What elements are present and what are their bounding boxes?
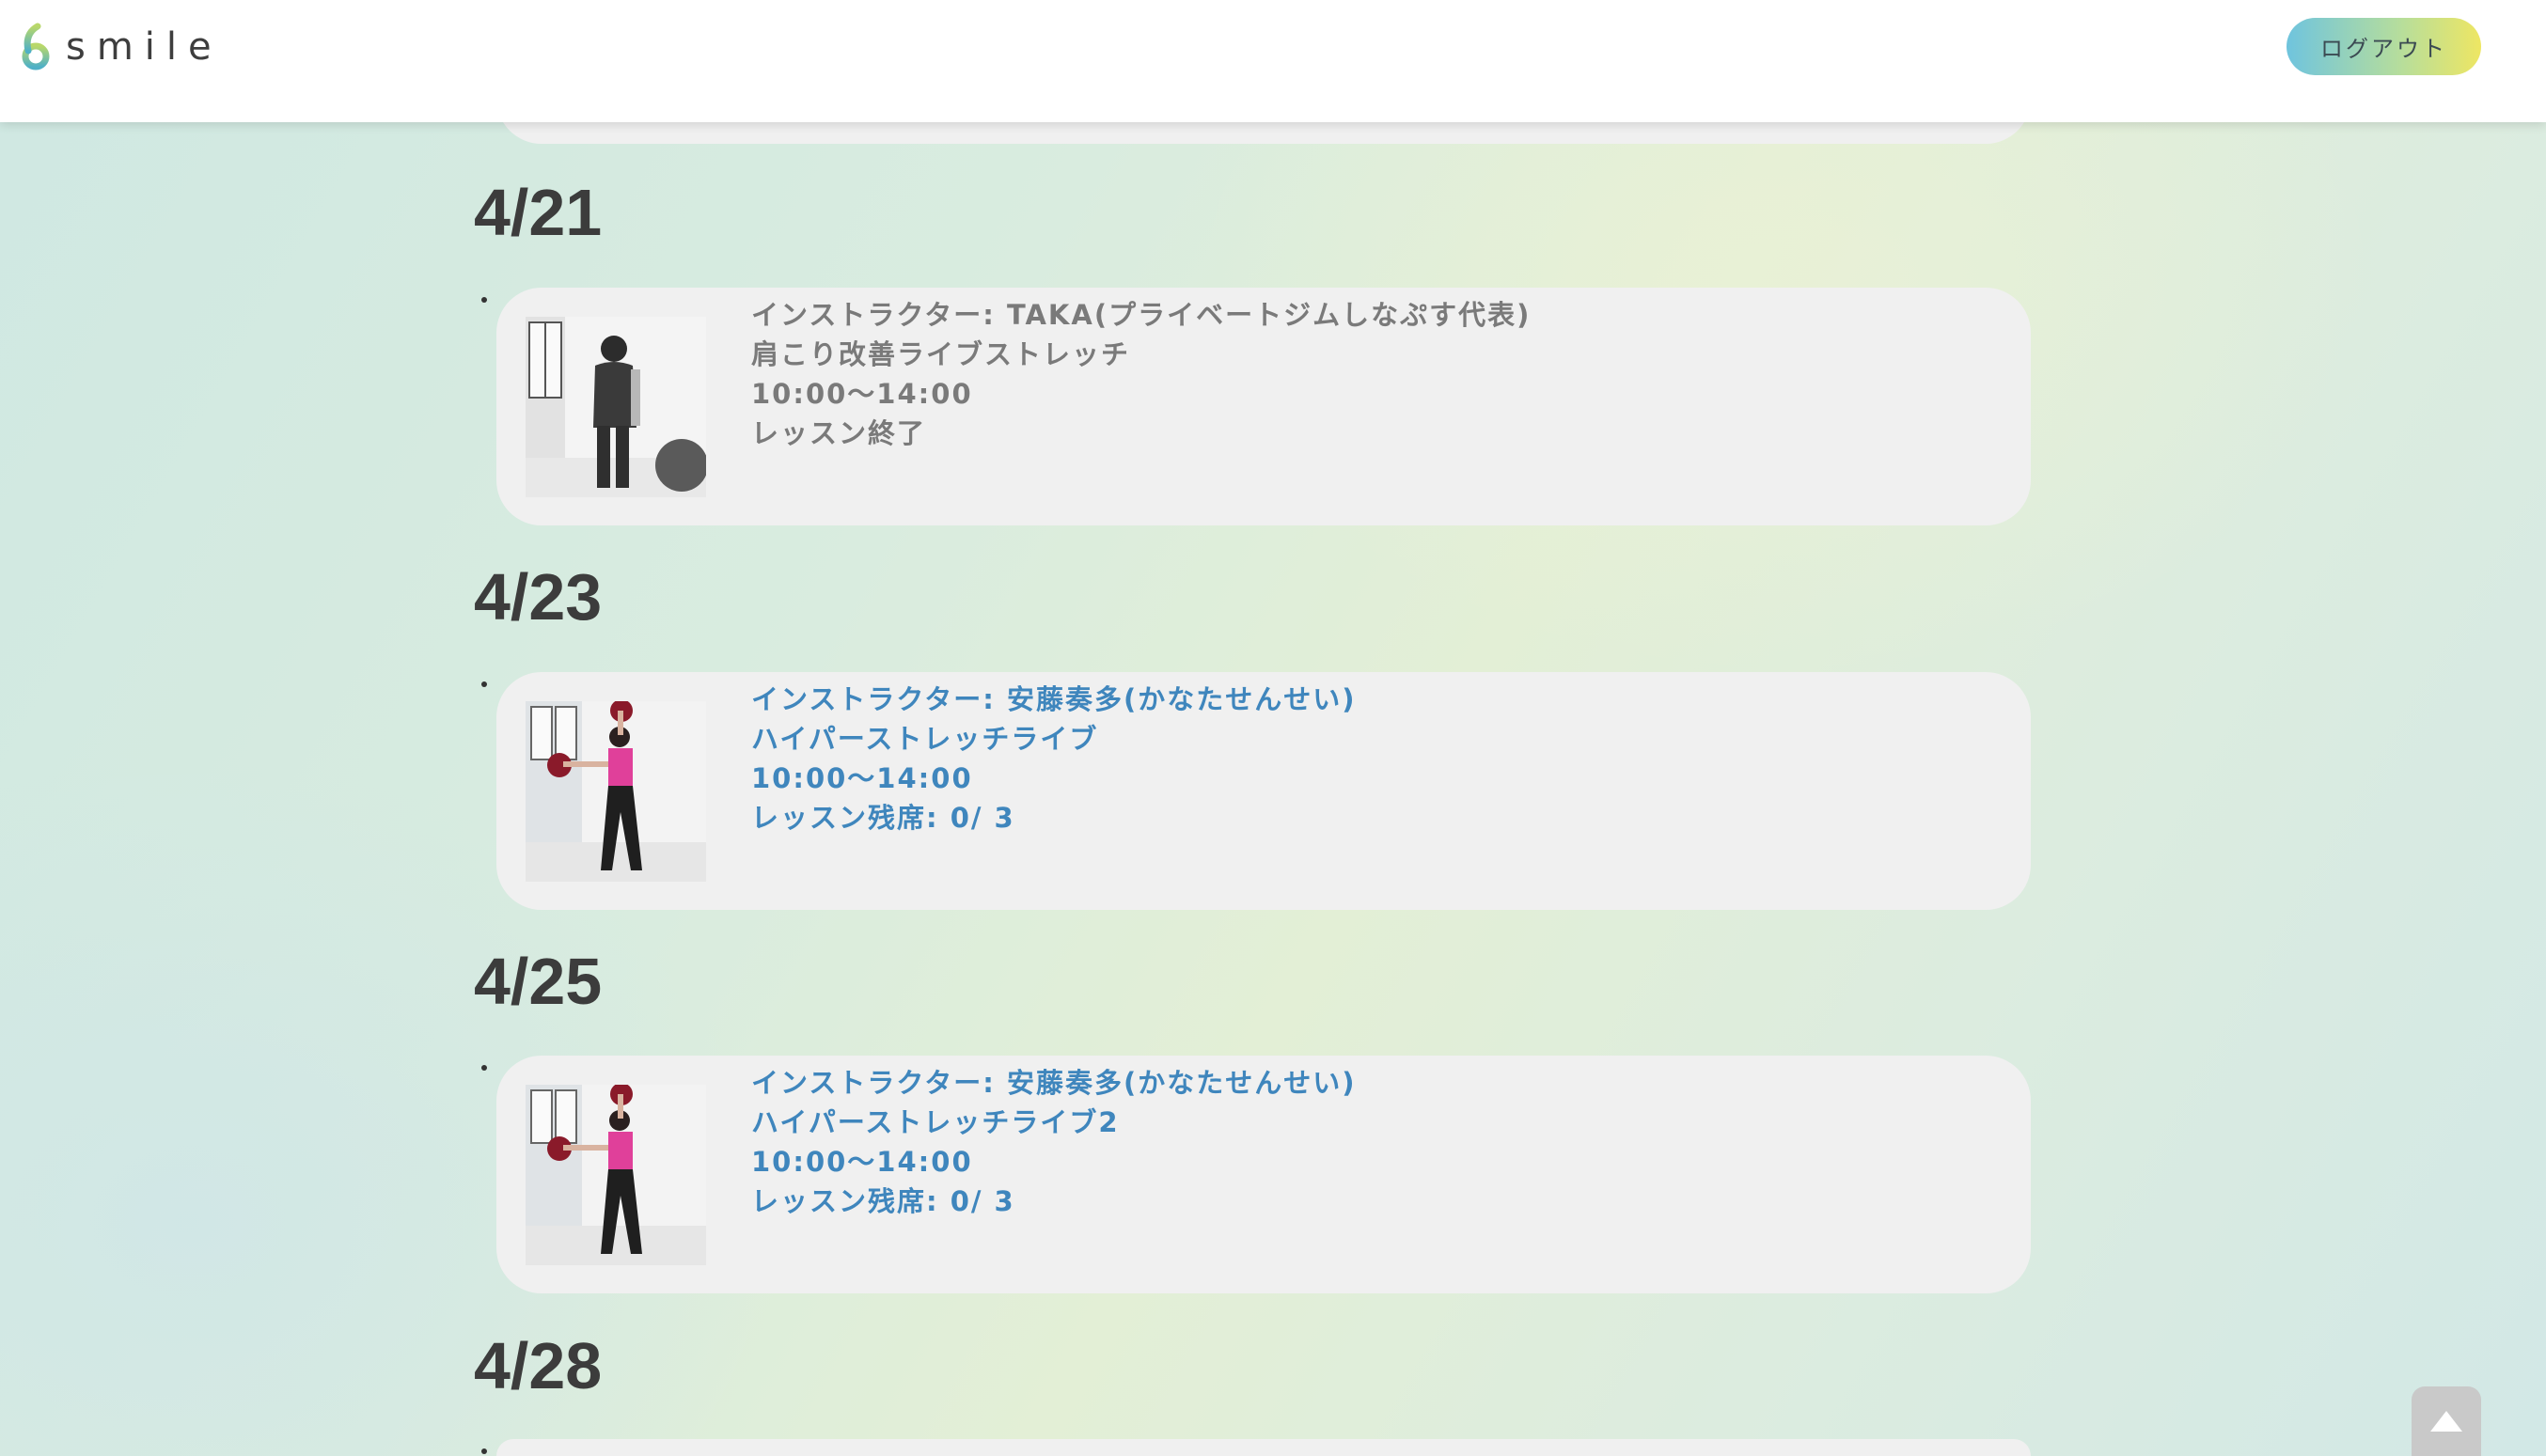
list-bullet [481, 1448, 487, 1454]
lesson-time: 10:00〜14:00 [751, 378, 973, 410]
lesson-title: ハイパーストレッチライブ [751, 723, 1099, 755]
smile-logo-icon [22, 23, 50, 70]
lesson-info: インストラクター: 安藤奏多(かなたせんせい) ハイパーストレッチライブ2 10… [751, 1063, 1356, 1221]
lesson-status: レッスン終了 [751, 417, 927, 449]
triangle-up-icon [2430, 1411, 2462, 1432]
lesson-info: インストラクター: 安藤奏多(かなたせんせい) ハイパーストレッチライブ 10:… [751, 680, 1356, 838]
lesson-card[interactable]: インストラクター: TAKA(プライベートジムしなぷす代表) 肩こり改善ライブス… [496, 288, 2031, 525]
lesson-instructor: インストラクター: 安藤奏多(かなたせんせい) [751, 683, 1357, 715]
logout-button[interactable]: ログアウト [2287, 18, 2481, 75]
instructor-photo [526, 317, 706, 497]
lesson-info: インストラクター: TAKA(プライベートジムしなぷす代表) 肩こり改善ライブス… [751, 295, 1531, 453]
list-bullet [481, 1065, 487, 1071]
scroll-top-button[interactable] [2412, 1386, 2481, 1456]
date-heading: 4/25 [474, 945, 603, 1018]
lesson-status: レッスン残席: 0/ 3 [751, 802, 1015, 834]
list-bullet [481, 297, 487, 303]
instructor-photo [526, 1085, 706, 1265]
lesson-card[interactable]: インストラクター: 安藤奏多(かなたせんせい) ハイパーストレッチライブ2 10… [496, 1056, 2031, 1293]
lesson-card[interactable]: インストラクター: 安藤奏多(かなたせんせい) ハイパーストレッチライブ 10:… [496, 672, 2031, 910]
lesson-title: ハイパーストレッチライブ2 [751, 1106, 1120, 1138]
date-heading: 4/21 [474, 176, 603, 249]
date-heading: 4/28 [474, 1329, 603, 1402]
logo[interactable]: smile [19, 23, 223, 71]
logo-text: smile [66, 25, 223, 69]
lesson-title: 肩こり改善ライブストレッチ [751, 338, 1131, 370]
lesson-card-partial[interactable] [496, 1439, 2031, 1456]
instructor-photo [526, 701, 706, 882]
date-heading: 4/23 [474, 560, 603, 634]
list-bullet [481, 681, 487, 687]
lesson-instructor: インストラクター: TAKA(プライベートジムしなぷす代表) [751, 299, 1532, 331]
site-header: smile ログアウト [0, 0, 2546, 122]
lesson-time: 10:00〜14:00 [751, 1146, 973, 1178]
lesson-status: レッスン残席: 0/ 3 [751, 1185, 1015, 1217]
lesson-instructor: インストラクター: 安藤奏多(かなたせんせい) [751, 1067, 1357, 1099]
lesson-time: 10:00〜14:00 [751, 762, 973, 794]
